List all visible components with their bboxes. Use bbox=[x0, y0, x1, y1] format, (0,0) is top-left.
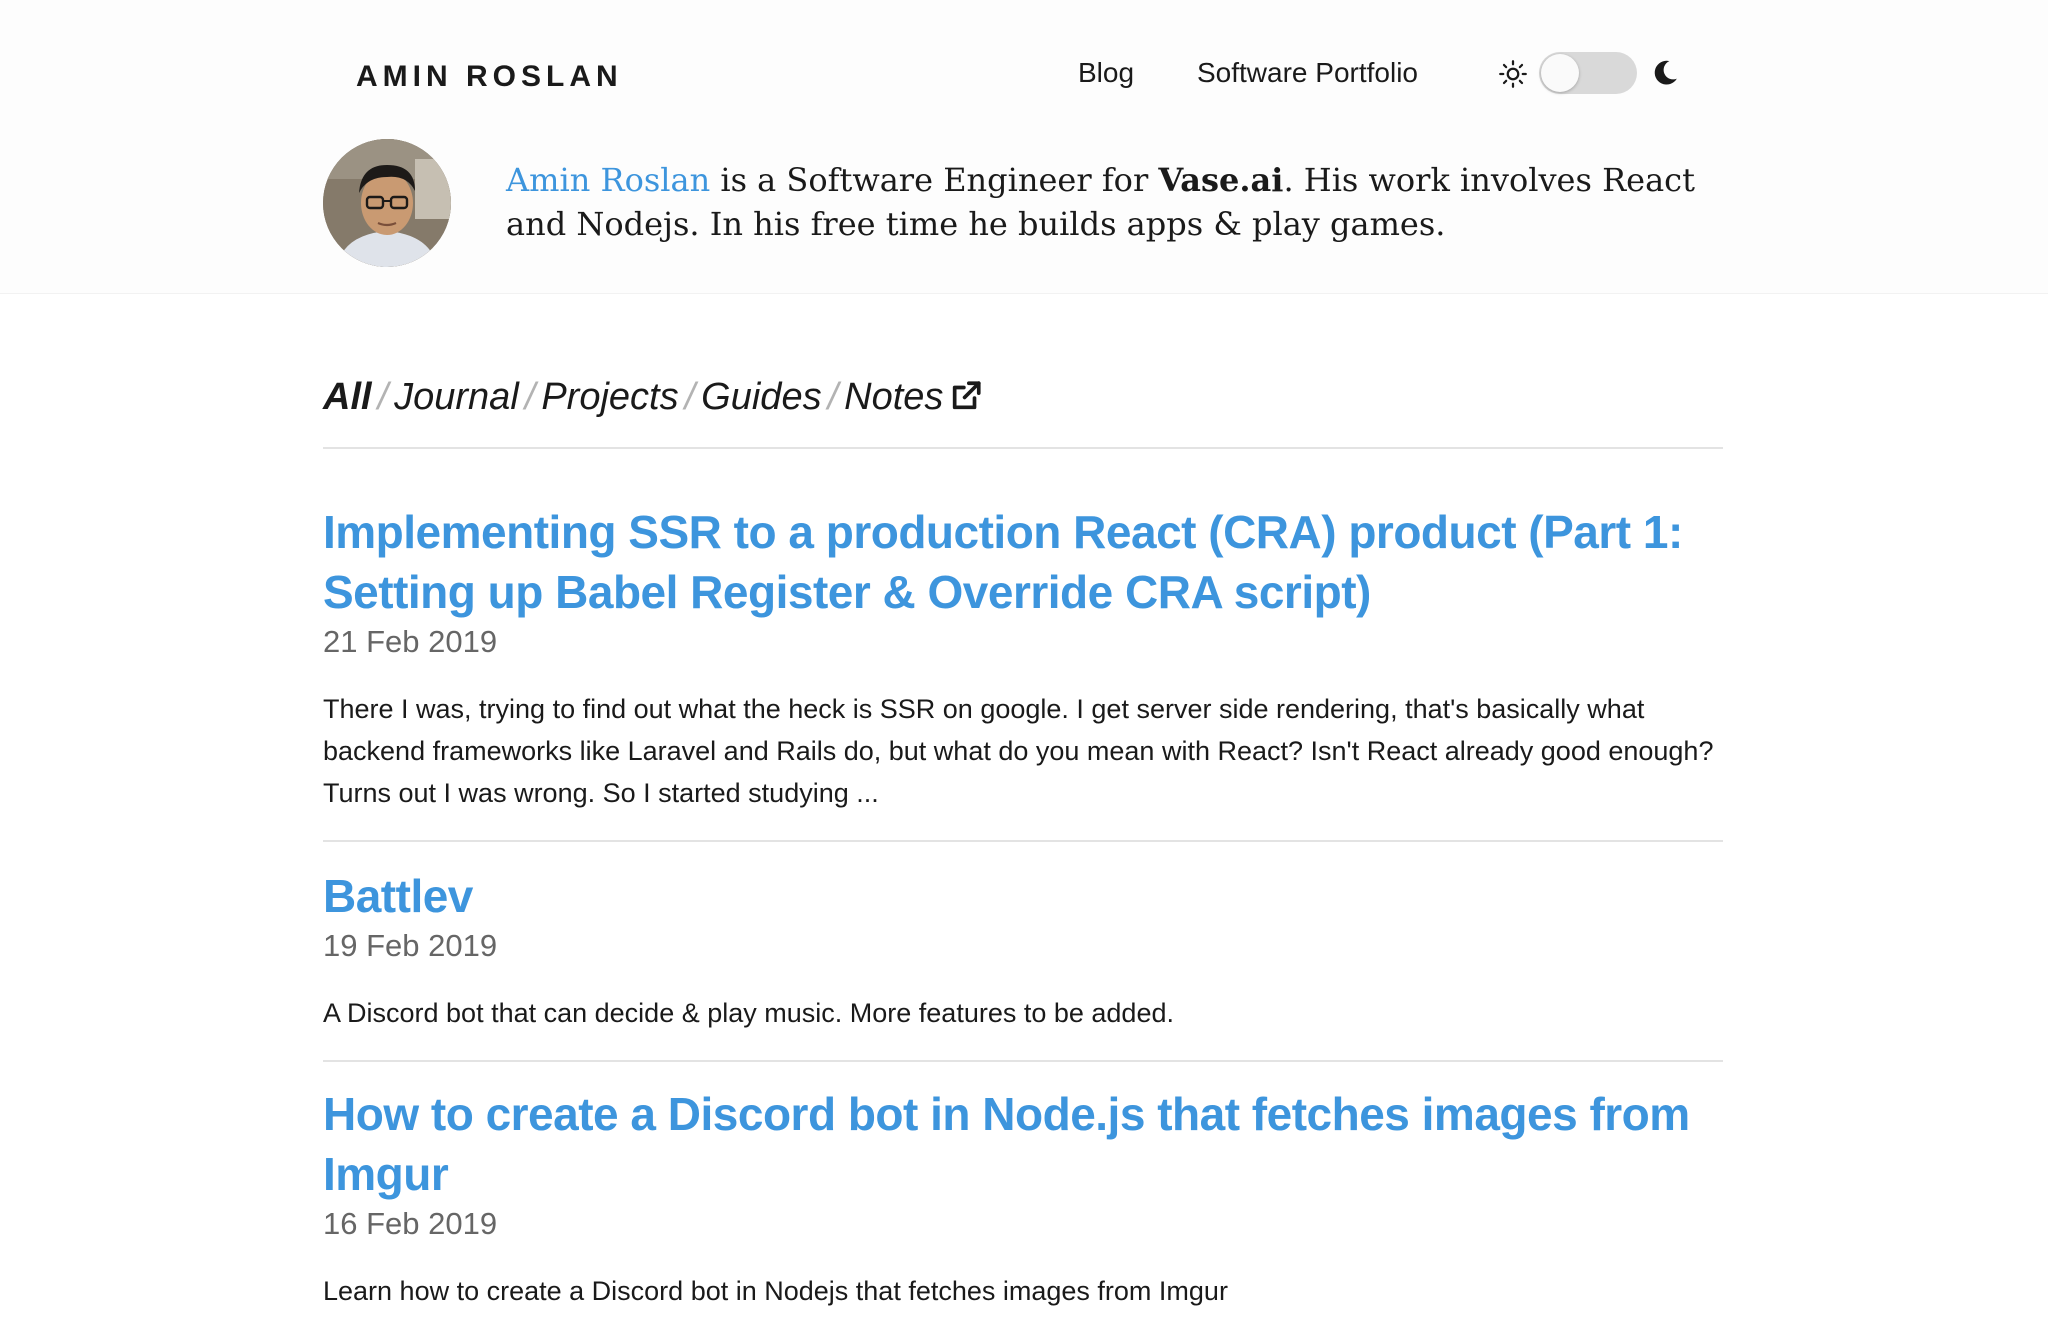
post-date: 16 Feb 2019 bbox=[323, 1206, 498, 1241]
bio-text-1: is a Software Engineer for bbox=[710, 161, 1159, 199]
post-title-link[interactable]: Implementing SSR to a production React (… bbox=[323, 502, 1723, 622]
filter-separator: / bbox=[524, 376, 536, 418]
filter-journal[interactable]: Journal bbox=[394, 376, 519, 418]
theme-toggle-knob bbox=[1541, 54, 1579, 92]
post-title-link[interactable]: Battlev bbox=[323, 866, 1723, 926]
post-excerpt: A Discord bot that can decide & play mus… bbox=[323, 998, 1174, 1028]
post-item: How to create a Discord bot in Node.js t… bbox=[323, 1084, 1723, 1312]
filter-all[interactable]: All bbox=[323, 376, 372, 418]
post-date: 19 Feb 2019 bbox=[323, 928, 498, 963]
filter-separator: / bbox=[684, 376, 696, 418]
site-header: AMIN ROSLAN Blog Software Portfolio Amin… bbox=[0, 0, 2048, 294]
sun-icon bbox=[1499, 60, 1527, 88]
post-date: 21 Feb 2019 bbox=[323, 624, 498, 659]
bio-company-link[interactable]: Vase.ai bbox=[1158, 161, 1283, 199]
post-item: Implementing SSR to a production React (… bbox=[323, 502, 1723, 814]
bio-author-link[interactable]: Amin Roslan bbox=[506, 161, 710, 199]
external-link-icon bbox=[953, 381, 982, 410]
filter-guides[interactable]: Guides bbox=[701, 376, 821, 418]
category-filters: All / Journal / Projects / Guides / Notes bbox=[323, 376, 983, 419]
avatar bbox=[323, 139, 451, 267]
filter-notes[interactable]: Notes bbox=[844, 376, 983, 418]
avatar-image bbox=[323, 139, 451, 267]
post-title-link[interactable]: How to create a Discord bot in Node.js t… bbox=[323, 1084, 1723, 1204]
post-item: Battlev 19 Feb 2019 A Discord bot that c… bbox=[323, 866, 1723, 1034]
filter-separator: / bbox=[827, 376, 839, 418]
page: AMIN ROSLAN Blog Software Portfolio Amin… bbox=[0, 0, 2048, 1322]
theme-toggle[interactable] bbox=[1539, 52, 1637, 94]
filter-notes-label: Notes bbox=[844, 376, 944, 418]
moon-icon bbox=[1654, 60, 1677, 85]
post-excerpt: Learn how to create a Discord bot in Nod… bbox=[323, 1276, 1228, 1306]
divider bbox=[323, 1060, 1723, 1062]
post-excerpt: There I was, trying to find out what the… bbox=[323, 694, 1714, 808]
filter-separator: / bbox=[377, 376, 389, 418]
filter-projects[interactable]: Projects bbox=[541, 376, 678, 418]
author-bio: Amin Roslan is a Software Engineer for V… bbox=[506, 158, 1746, 246]
nav-link-software-portfolio[interactable]: Software Portfolio bbox=[1197, 57, 1418, 89]
top-nav: Blog Software Portfolio bbox=[0, 57, 2048, 97]
nav-link-blog[interactable]: Blog bbox=[1078, 57, 1134, 89]
divider bbox=[323, 840, 1723, 842]
divider bbox=[323, 447, 1723, 449]
